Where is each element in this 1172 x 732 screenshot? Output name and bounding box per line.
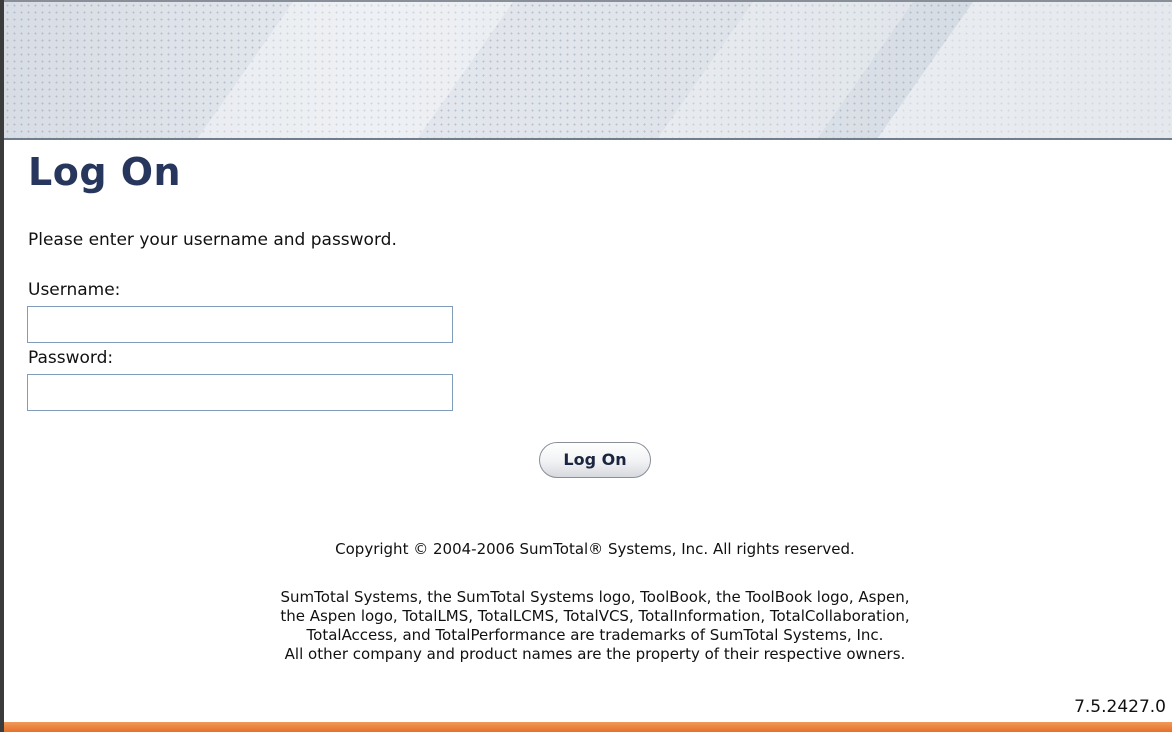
trademarks-text: SumTotal Systems, the SumTotal Systems l… bbox=[0, 588, 1172, 664]
trademarks-line: TotalAccess, and TotalPerformance are tr… bbox=[306, 626, 884, 644]
instructions-text: Please enter your username and password. bbox=[28, 230, 397, 250]
username-label: Username: bbox=[28, 280, 121, 300]
trademarks-line: SumTotal Systems, the SumTotal Systems l… bbox=[280, 588, 910, 606]
username-field[interactable] bbox=[27, 306, 453, 343]
footer-bar bbox=[4, 722, 1172, 732]
trademarks-line: All other company and product names are … bbox=[284, 645, 906, 663]
banner-sheen bbox=[187, 2, 521, 138]
banner-sheen bbox=[647, 2, 921, 138]
copyright-text: Copyright © 2004-2006 SumTotal® Systems,… bbox=[335, 540, 855, 558]
version-number: 7.5.2427.0 bbox=[1074, 697, 1166, 717]
page-title: Log On bbox=[28, 150, 182, 194]
log-on-button[interactable]: Log On bbox=[539, 442, 651, 478]
banner-sheen bbox=[867, 2, 1172, 138]
header-banner bbox=[4, 0, 1172, 140]
password-field[interactable] bbox=[27, 374, 453, 411]
trademarks-line: the Aspen logo, TotalLMS, TotalLCMS, Tot… bbox=[280, 607, 910, 625]
password-label: Password: bbox=[28, 348, 114, 368]
